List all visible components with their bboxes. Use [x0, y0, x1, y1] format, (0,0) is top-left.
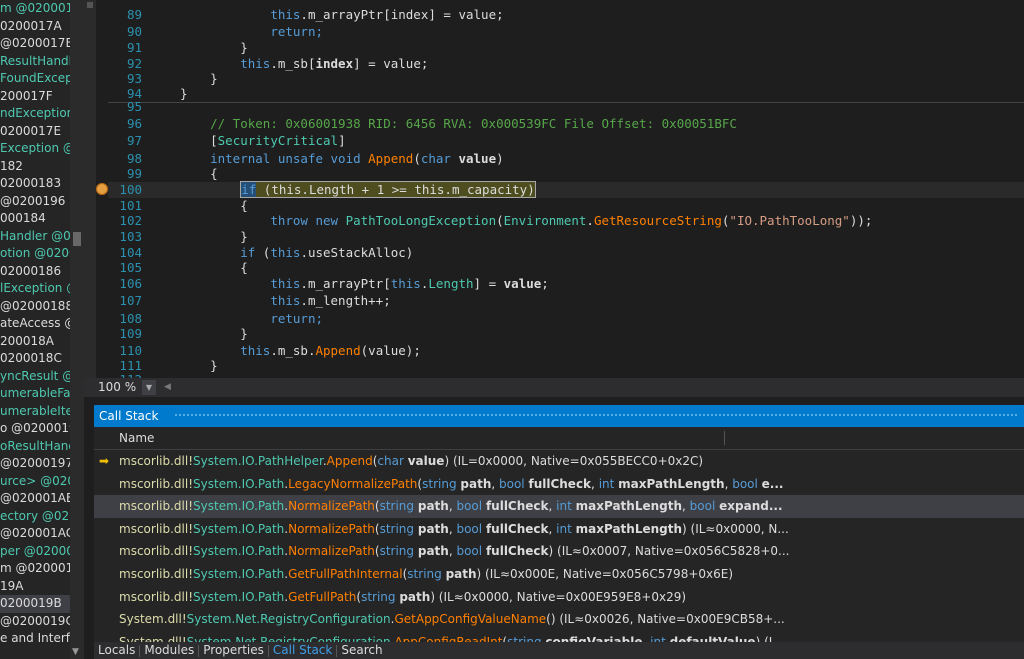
code-line-110: 110 this.m_sb.Append(value);	[119, 343, 421, 358]
tab-search[interactable]: Search	[337, 642, 386, 659]
call-stack-column-header[interactable]: Name	[94, 427, 1024, 450]
tab-locals[interactable]: Locals	[94, 642, 139, 659]
tool-window-tabs: Locals Modules Properties Call Stack Search	[94, 642, 1024, 659]
code-line-96: 96 // Token: 0x06001938 RID: 6456 RVA: 0…	[126, 116, 737, 131]
code-line-95: 95	[126, 99, 142, 114]
stack-frame-row[interactable]: mscorlib.dll!System.IO.Path.NormalizePat…	[94, 518, 1024, 541]
tab-modules[interactable]: Modules	[140, 642, 198, 659]
stack-frame-row[interactable]: mscorlib.dll!System.IO.Path.LegacyNormal…	[94, 473, 1024, 496]
editor-status-bar: 100 % ▼ ◀	[84, 378, 1024, 397]
assembly-tree[interactable]: m @020001 0200017A @0200017B ResultHandle F…	[0, 0, 84, 659]
stack-frame-row[interactable]: mscorlib.dll!System.IO.Path.NormalizePat…	[94, 540, 1024, 563]
column-name[interactable]: Name	[119, 431, 154, 445]
code-line-93: 93 }	[126, 71, 218, 86]
code-line-97: 97 [SecurityCritical]	[126, 133, 346, 148]
code-line-105: 105 {	[119, 260, 248, 275]
code-line-108: 108 return;	[119, 311, 323, 326]
stack-frame-row[interactable]: System.dll!System.Net.RegistryConfigurat…	[94, 608, 1024, 631]
code-editor[interactable]: 89 this.m_arrayPtr[index] = value; 90 re…	[84, 0, 1024, 378]
code-line-104: 104 if (this.useStackAlloc)	[119, 245, 414, 260]
code-line-106: 106 this.m_arrayPtr[this.Length] = value…	[119, 276, 549, 291]
scroll-down-icon[interactable]: ▼	[72, 647, 79, 657]
current-frame-arrow-icon: ➡	[99, 454, 110, 468]
stack-frame-row[interactable]: mscorlib.dll!System.IO.Path.GetFullPath(…	[94, 586, 1024, 609]
scrollbar-thumb[interactable]	[73, 232, 81, 246]
stack-frame-row-selected[interactable]: mscorlib.dll!System.IO.Path.NormalizePat…	[94, 495, 1024, 518]
code-line-99: 99 {	[126, 166, 218, 181]
tab-call-stack[interactable]: Call Stack	[269, 642, 336, 659]
editor-scrollbar[interactable]	[84, 0, 96, 378]
call-stack-title-bar[interactable]: Call Stack	[94, 405, 1024, 427]
code-line-103: 103 }	[119, 229, 248, 244]
code-line-90: 90 return;	[126, 24, 323, 39]
tab-properties[interactable]: Properties	[199, 642, 268, 659]
code-line-109: 109 }	[119, 326, 248, 341]
scroll-left-icon[interactable]: ◀	[164, 378, 171, 397]
editor-scrollbar-thumb[interactable]	[87, 2, 93, 8]
code-line-101: 101 {	[119, 198, 248, 213]
code-line-107: 107 this.m_length++;	[119, 293, 391, 308]
code-line-91: 91 }	[126, 40, 248, 55]
code-line-98: 98 internal unsafe void Append(char valu…	[126, 151, 504, 166]
title-bar-grip	[174, 413, 1018, 418]
code-line-100-current: 100 if (this.Length + 1 >= this.m_capaci…	[108, 181, 1024, 198]
zoom-level[interactable]: 100 %	[98, 378, 136, 397]
stack-frame-row[interactable]: ➡ mscorlib.dll!System.IO.PathHelper.Appe…	[94, 450, 1024, 473]
stack-frame-row[interactable]: mscorlib.dll!System.IO.Path.GetFullPathI…	[94, 563, 1024, 586]
tree-scrollbar[interactable]: ▼	[70, 0, 84, 659]
current-statement-breakpoint-icon[interactable]	[96, 183, 108, 195]
zoom-dropdown-icon[interactable]: ▼	[142, 380, 156, 395]
call-stack-panel: Call Stack Name ➡ mscorlib.dll!System.IO…	[94, 405, 1024, 649]
code-line-92: 92 this.m_sb[index] = value;	[126, 56, 429, 71]
code-line-89: 89 this.m_arrayPtr[index] = value;	[126, 7, 504, 22]
call-stack-title: Call Stack	[99, 409, 159, 423]
column-separator[interactable]	[724, 431, 725, 445]
code-line-102: 102 throw new PathTooLongException(Envir…	[119, 213, 873, 228]
